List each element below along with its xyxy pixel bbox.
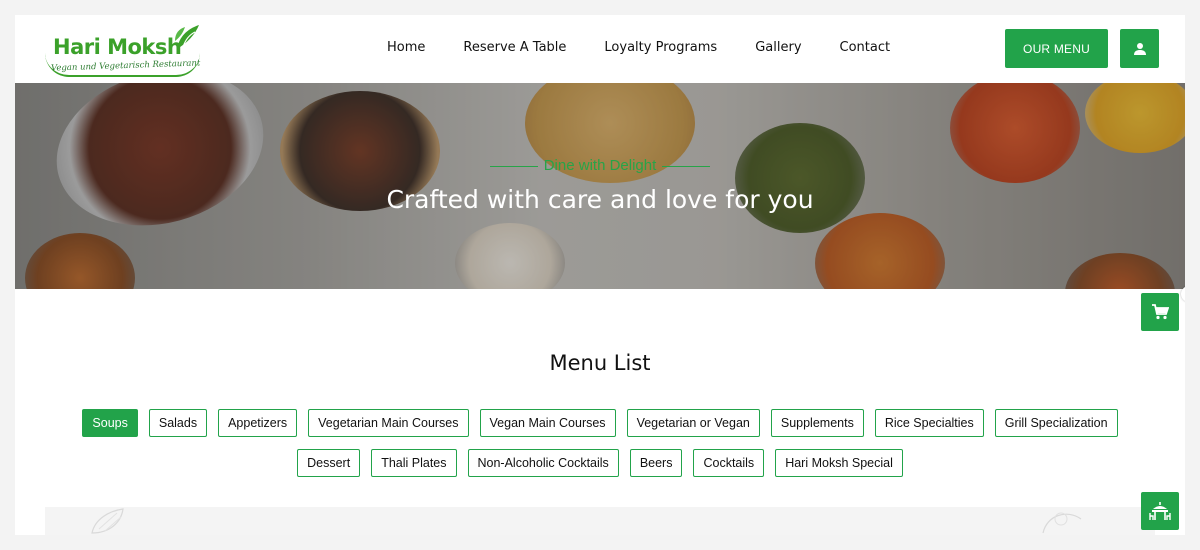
- page: Hari Moksh Vegan und Vegetarisch Restaur…: [15, 15, 1185, 535]
- hero-tagline: Dine with Delight: [15, 157, 1185, 174]
- nav-contact[interactable]: Contact: [840, 40, 891, 55]
- logo-title: Hari Moksh: [53, 35, 182, 59]
- herb-sketch-icon: [1042, 512, 1082, 534]
- user-account-button[interactable]: [1120, 29, 1159, 68]
- category-appetizers[interactable]: Appetizers: [218, 409, 298, 437]
- tag-line-right: [662, 165, 711, 167]
- category-supplements[interactable]: Supplements: [770, 409, 864, 437]
- category-grill-specialization[interactable]: Grill Specialization: [994, 409, 1118, 437]
- category-beers[interactable]: Beers: [629, 449, 683, 477]
- menu-list-title: Menu List: [549, 351, 651, 375]
- site-header: Hari Moksh Vegan und Vegetarisch Restaur…: [15, 15, 1185, 83]
- category-salads[interactable]: Salads: [148, 409, 208, 437]
- nav-gallery[interactable]: Gallery: [755, 40, 801, 55]
- cart-icon: [1152, 304, 1169, 320]
- our-menu-button[interactable]: OUR MENU: [1005, 29, 1108, 68]
- nav-reserve-table[interactable]: Reserve A Table: [463, 40, 566, 55]
- hero-banner: Dine with Delight Crafted with care and …: [15, 83, 1185, 289]
- category-thali-plates[interactable]: Thali Plates: [371, 449, 457, 477]
- category-cocktails[interactable]: Cocktails: [693, 449, 765, 477]
- category-non-alcoholic-cocktails[interactable]: Non-Alcoholic Cocktails: [467, 449, 619, 477]
- category-soups[interactable]: Soups: [82, 409, 138, 437]
- menu-items-panel: [45, 507, 1155, 535]
- cart-button[interactable]: [1141, 293, 1179, 331]
- hero-tag-text: Dine with Delight: [543, 157, 657, 174]
- hero-title: Crafted with care and love for you: [386, 185, 814, 214]
- nav-loyalty-programs[interactable]: Loyalty Programs: [604, 40, 717, 55]
- dining-table-icon: [1149, 502, 1171, 520]
- nav-home[interactable]: Home: [387, 40, 425, 55]
- user-icon: [1133, 42, 1146, 55]
- category-dessert[interactable]: Dessert: [297, 449, 361, 477]
- lemon-sketch-icon: [91, 508, 124, 534]
- category-vegetarian-or-vegan[interactable]: Vegetarian or Vegan: [626, 409, 760, 437]
- tag-line-left: [489, 165, 538, 167]
- category-vegetarian-main-courses[interactable]: Vegetarian Main Courses: [308, 409, 469, 437]
- reserve-table-float-button[interactable]: [1141, 492, 1179, 530]
- logo[interactable]: Hari Moksh Vegan und Vegetarisch Restaur…: [45, 23, 205, 77]
- category-rice-specialties[interactable]: Rice Specialties: [874, 409, 984, 437]
- category-hari-moksh-special[interactable]: Hari Moksh Special: [775, 449, 903, 477]
- main-nav: Home Reserve A Table Loyalty Programs Ga…: [387, 40, 928, 55]
- cart-count-badge: 0: [1181, 286, 1185, 302]
- category-vegan-main-courses[interactable]: Vegan Main Courses: [479, 409, 616, 437]
- menu-category-filters: Soups Salads Appetizers Vegetarian Main …: [15, 409, 1185, 477]
